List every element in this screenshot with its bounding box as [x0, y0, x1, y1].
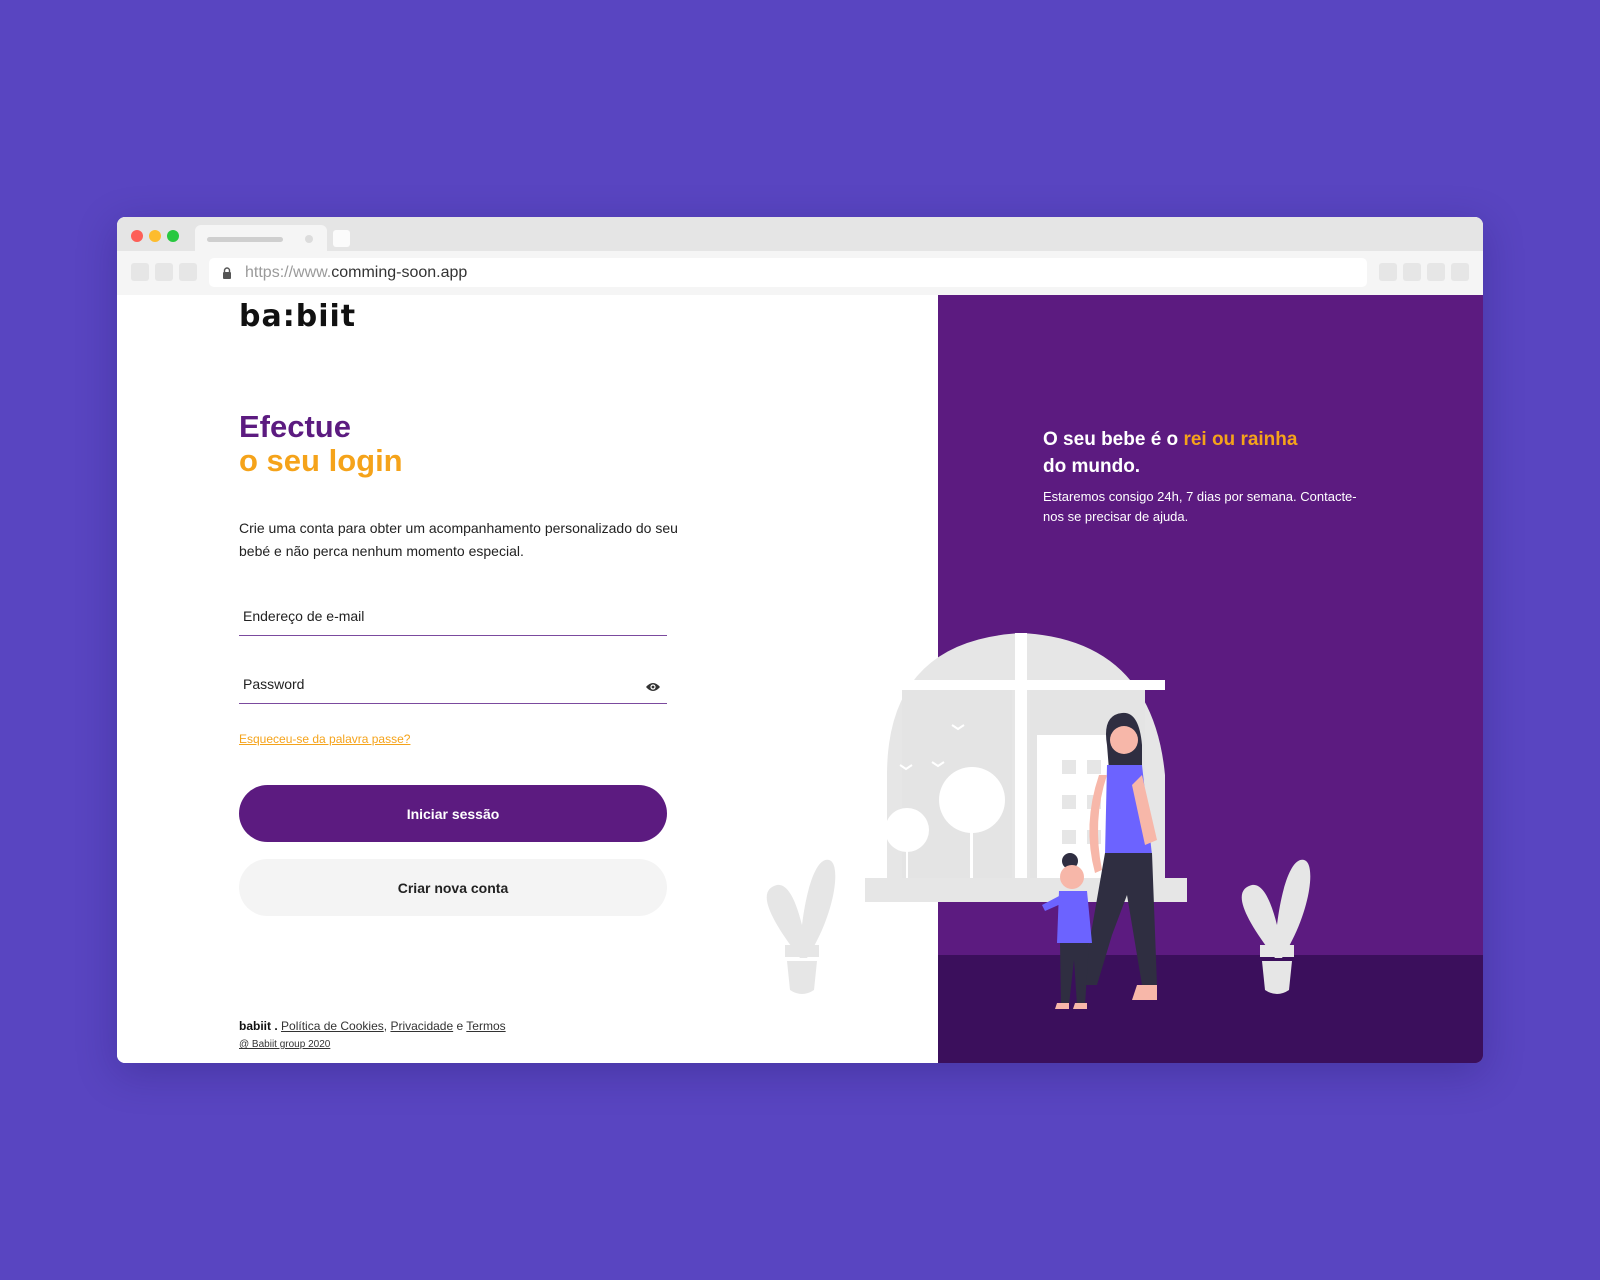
footer-brand: babiit .	[239, 1019, 278, 1033]
logo[interactable]: ba:biit	[239, 299, 356, 334]
reload-button[interactable]	[179, 263, 197, 281]
terms-link[interactable]: Termos	[466, 1019, 505, 1033]
promo-title-part1: O seu bebe é o	[1043, 429, 1184, 450]
login-title-line1: Efectue	[239, 409, 351, 444]
eye-icon[interactable]	[645, 681, 661, 693]
email-input[interactable]	[241, 603, 625, 629]
close-window-button[interactable]	[131, 230, 143, 242]
cookies-link[interactable]: Política de Cookies	[281, 1019, 384, 1033]
new-tab-button[interactable]	[333, 230, 350, 247]
footer-links: babiit . Política de Cookies, Privacidad…	[239, 1019, 506, 1033]
promo-title-part2: do mundo.	[1043, 456, 1141, 477]
toolbar-button[interactable]	[1427, 263, 1445, 281]
toolbar-button[interactable]	[1379, 263, 1397, 281]
minimize-window-button[interactable]	[149, 230, 161, 242]
login-title-line2: o seu login	[239, 443, 403, 478]
back-button[interactable]	[131, 263, 149, 281]
email-field	[239, 599, 667, 636]
login-description: Crie uma conta para obter um acompanhame…	[239, 520, 678, 559]
url-field[interactable]: https://www.comming-soon.app	[209, 258, 1367, 287]
toolbar-button[interactable]	[1403, 263, 1421, 281]
forgot-password-link[interactable]: Esqueceu-se da palavra passe?	[239, 732, 410, 746]
address-bar-area: https://www.comming-soon.app	[117, 251, 1483, 296]
tab-close-icon[interactable]	[305, 235, 313, 243]
browser-window: https://www.comming-soon.app ba:biit Efe…	[117, 217, 1483, 1063]
browser-tab[interactable]	[195, 225, 327, 251]
forward-button[interactable]	[155, 263, 173, 281]
tab-title-placeholder	[207, 237, 283, 242]
promo-panel: O seu bebe é o rei ou rainha do mundo. E…	[938, 295, 1483, 1063]
footer-and: e	[456, 1019, 464, 1033]
promo-title-highlight: rei ou rainha	[1183, 429, 1298, 450]
page-content: ba:biit Efectue o seu login Crie uma con…	[117, 295, 1483, 1063]
login-panel: ba:biit Efectue o seu login Crie uma con…	[117, 295, 938, 1063]
copyright: @ Babiit group 2020	[239, 1039, 331, 1050]
footer-separator: ,	[383, 1019, 388, 1033]
login-button[interactable]: Iniciar sessão	[239, 785, 667, 842]
password-input[interactable]	[241, 671, 625, 697]
promo-title: O seu bebe é o rei ou rainha do mundo.	[1043, 426, 1383, 480]
promo-subtitle: Estaremos consigo 24h, 7 dias por semana…	[1043, 489, 1357, 524]
create-account-button[interactable]: Criar nova conta	[239, 859, 667, 916]
tab-bar	[117, 217, 1483, 251]
toolbar-button[interactable]	[1451, 263, 1469, 281]
maximize-window-button[interactable]	[167, 230, 179, 242]
lock-icon	[223, 267, 231, 279]
password-field	[239, 667, 667, 704]
floor	[938, 955, 1483, 1063]
url-text: https://www.comming-soon.app	[245, 264, 468, 281]
privacy-link[interactable]: Privacidade	[390, 1019, 453, 1033]
